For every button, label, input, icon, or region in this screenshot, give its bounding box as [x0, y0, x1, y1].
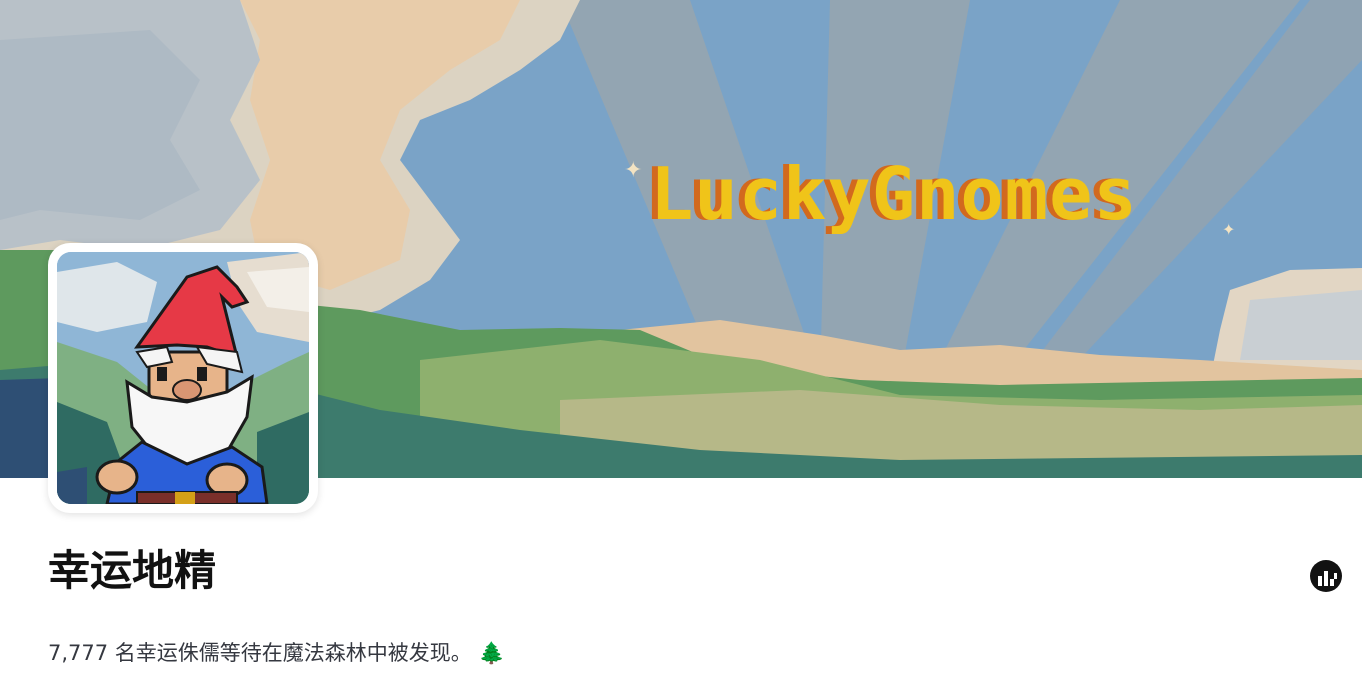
gnome-avatar-image [57, 252, 309, 504]
bar-chart-icon [1318, 571, 1337, 586]
stats-button[interactable] [1310, 560, 1342, 592]
evergreen-tree-icon: 🌲 [478, 641, 505, 665]
banner-logo-text: LuckyGnomes [650, 152, 1138, 236]
description-text: 7,777 名幸运侏儒等待在魔法森林中被发现。 [48, 641, 472, 665]
collection-description: 7,777 名幸运侏儒等待在魔法森林中被发现。 🌲 [48, 636, 505, 670]
collection-title: 幸运地精 [48, 546, 217, 595]
collection-avatar-frame [48, 243, 318, 513]
sparkle-icon: ✦ [1222, 220, 1236, 239]
sparkle-icon: ✦ [624, 158, 643, 183]
collection-avatar [57, 252, 309, 504]
